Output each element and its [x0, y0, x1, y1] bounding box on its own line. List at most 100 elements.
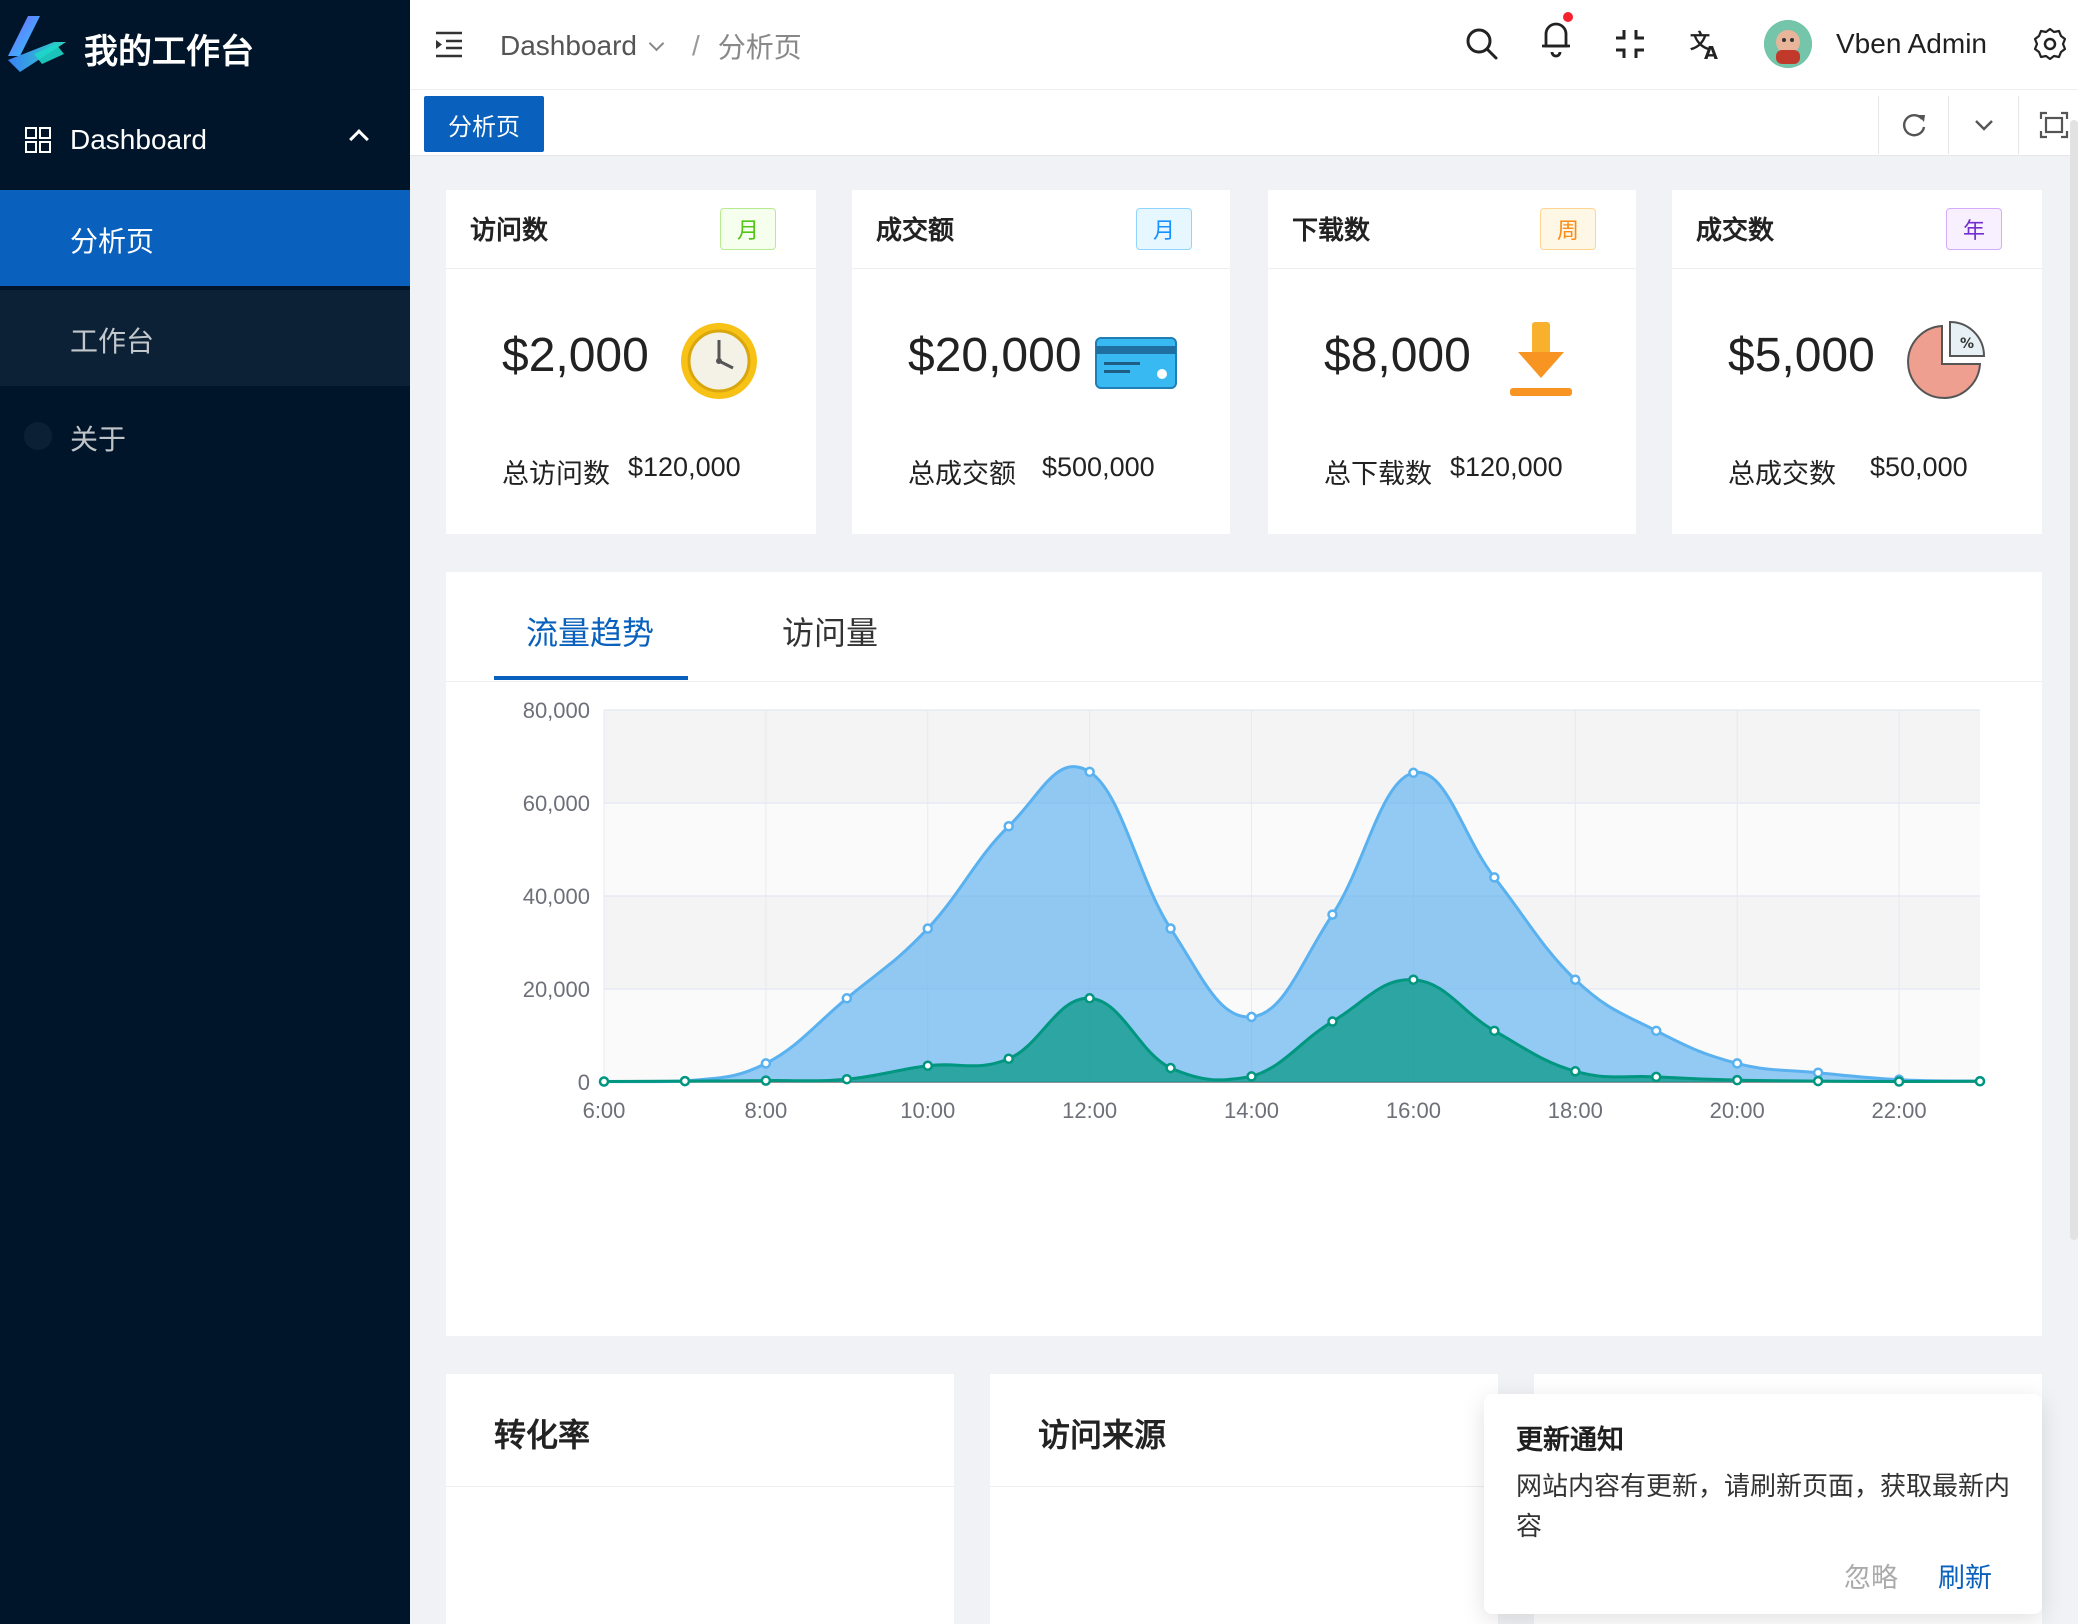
clock-icon [681, 323, 757, 399]
stat-value: $5,000 [1728, 329, 1875, 382]
tab-visits[interactable]: 访问量 [782, 608, 878, 654]
stat-card-deals: 成交数 年 $5,000 % 总成交数 $50,000 [1672, 190, 2042, 534]
data-point [922, 1060, 934, 1071]
settings-icon[interactable] [2032, 26, 2068, 62]
grid-band [604, 710, 1980, 803]
sidebar-item-workbench[interactable]: 工作台 [0, 290, 410, 386]
x-tick-label: 8:00 [744, 1098, 787, 1123]
x-tick-label: 14:00 [1224, 1098, 1279, 1123]
data-point [1084, 766, 1095, 778]
data-point [1246, 1071, 1257, 1082]
stat-foot-value: $120,000 [1450, 452, 1563, 482]
stat-foot-value: $120,000 [628, 452, 741, 482]
data-point [1489, 1025, 1500, 1037]
breadcrumb-dashboard[interactable]: Dashboard [500, 30, 637, 62]
stat-foot-value: $50,000 [1870, 452, 1968, 482]
credit-card-icon [1095, 337, 1177, 389]
data-point [1812, 1067, 1824, 1078]
y-tick-label: 80,000 [523, 698, 590, 723]
y-tick-label: 40,000 [523, 884, 590, 909]
sidebar-item-analysis[interactable]: 分析页 [0, 190, 410, 286]
about-icon [24, 422, 52, 450]
notification-desc: 网站内容有更新，请刷新页面，获取最新内容 [1516, 1471, 2011, 1541]
data-point [1084, 993, 1095, 1004]
user-menu[interactable]: Vben Admin [1764, 20, 1987, 68]
stat-value: $8,000 [1324, 329, 1471, 382]
traffic-area-chart: 0 20,000 40,000 60,000 80,000 6:00 8:00 10:00 12… [523, 698, 1986, 1123]
stat-card-visits: 访问数 月 $2,000 总访问数 $120,000 [446, 190, 816, 534]
pie-chart-icon: % [1907, 320, 1986, 399]
card-title: 访问来源 [1038, 1417, 1167, 1453]
trend-tabs: 流量趋势 访问量 [446, 572, 2042, 682]
data-point [760, 1058, 772, 1069]
refresh-button[interactable] [1878, 96, 1948, 154]
sidebar-item-about[interactable]: 关于 [0, 390, 410, 480]
data-point [1246, 1011, 1257, 1023]
menu-fold-icon[interactable] [434, 30, 464, 58]
stat-card-downloads: 下载数 周 $8,000 总下载数 $120,000 [1268, 190, 1636, 534]
ignore-button[interactable]: 忽略 [1844, 1556, 1898, 1595]
data-point [679, 1075, 691, 1087]
data-point [1408, 974, 1419, 985]
stat-foot-label: 总成交额 [908, 459, 1016, 489]
data-point [760, 1075, 772, 1086]
tab-analysis[interactable]: 分析页 [424, 96, 544, 152]
stat-title: 成交数 [1696, 215, 1775, 245]
grid-band [604, 896, 1980, 989]
translate-icon[interactable]: 文 A [1688, 26, 1724, 62]
x-tick-label: 22:00 [1872, 1098, 1927, 1123]
data-point [1327, 1016, 1338, 1027]
x-tick-label: 12:00 [1062, 1098, 1117, 1123]
card-title: 转化率 [494, 1417, 591, 1453]
stat-foot-label: 总下载数 [1324, 459, 1432, 489]
svg-text:A: A [1704, 43, 1718, 62]
tab-ink-bar [494, 676, 688, 680]
data-point [841, 993, 853, 1004]
stat-foot: 总访问数 $120,000 [502, 452, 741, 491]
fold-icon [2039, 111, 2068, 139]
sidebar-logo[interactable]: 我的工作台 [0, 0, 410, 92]
data-point [1650, 1025, 1662, 1037]
data-point [1731, 1058, 1743, 1069]
data-point [1570, 1066, 1581, 1077]
data-point [1974, 1076, 1986, 1087]
visit-source-card: 访问来源 [990, 1374, 1498, 1624]
sidebar-menu-dashboard[interactable]: Dashboard [0, 100, 410, 180]
avatar [1764, 20, 1812, 68]
stat-title: 成交额 [876, 215, 955, 245]
data-point [922, 923, 934, 934]
tab-fold-button[interactable] [2018, 96, 2078, 154]
traffic-trend-card: 流量趋势 访问量 0 20,000 40,000 60,000 80,000 6:00 8:… [446, 572, 2042, 1336]
data-point [1570, 974, 1581, 985]
tab-dropdown-button[interactable] [1948, 96, 2018, 154]
sidebar-menu-label: Dashboard [70, 124, 207, 155]
x-tick-label: 20:00 [1710, 1098, 1765, 1123]
update-notification: 更新通知 网站内容有更新，请刷新页面，获取最新内容 忽略 刷新 [1484, 1394, 2042, 1614]
data-point [1003, 821, 1014, 832]
page-scrollbar[interactable] [2070, 120, 2078, 1240]
fullscreen-icon[interactable] [1612, 26, 1648, 62]
refresh-page-button[interactable]: 刷新 [1938, 1556, 1992, 1595]
tab-bar: 分析页 [410, 90, 2078, 156]
app-title: 我的工作台 [84, 33, 254, 71]
stat-foot: 总成交额 $500,000 [908, 452, 1155, 491]
data-point [1893, 1076, 1905, 1087]
chevron-down-icon [1974, 120, 1993, 131]
data-point [1165, 923, 1176, 934]
data-point [1165, 1062, 1176, 1074]
breadcrumb-current: 分析页 [717, 32, 802, 63]
search-icon[interactable] [1464, 26, 1500, 62]
grid-band [604, 803, 1980, 896]
stat-value: $20,000 [908, 329, 1082, 382]
tab-traffic-trend[interactable]: 流量趋势 [526, 608, 654, 654]
svg-text:%: % [1960, 336, 1974, 352]
stat-foot-label: 总成交数 [1728, 459, 1836, 489]
chevron-down-icon[interactable] [648, 35, 665, 51]
y-tick-label: 20,000 [523, 977, 590, 1002]
data-point [1003, 1053, 1014, 1064]
stat-tag: 月 [1136, 208, 1192, 250]
x-tick-label: 6:00 [583, 1098, 626, 1123]
bell-icon[interactable] [1538, 12, 1574, 62]
stat-title: 访问数 [470, 215, 549, 245]
sidebar-item-label: 分析页 [70, 226, 155, 257]
